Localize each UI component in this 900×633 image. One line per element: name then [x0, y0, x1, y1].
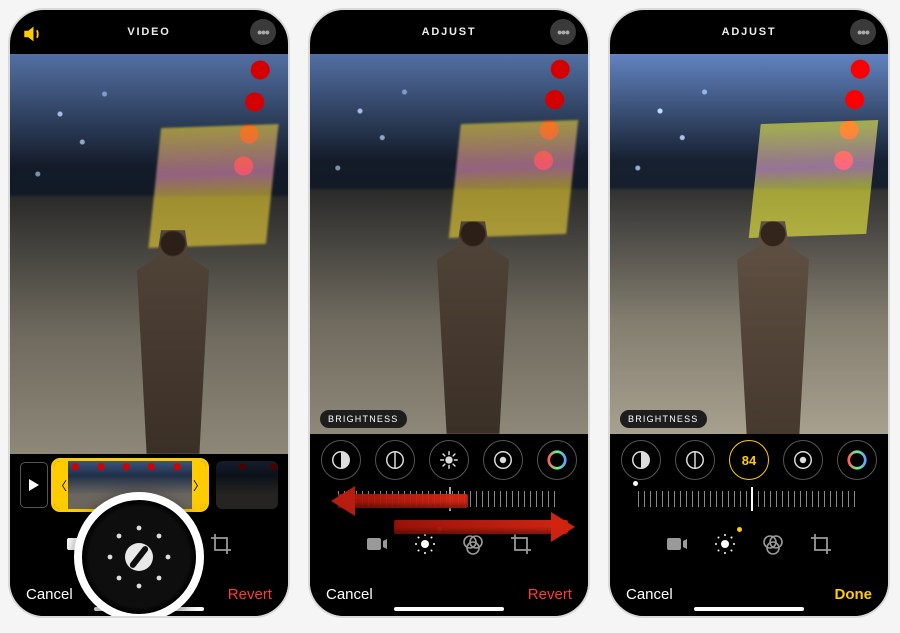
slider-origin-dot [633, 481, 638, 486]
video-tab[interactable] [365, 532, 389, 556]
video-preview[interactable]: BRIGHTNESS [310, 54, 588, 434]
adjust-tab[interactable] [713, 532, 737, 556]
video-preview[interactable] [10, 54, 288, 454]
slider-thumb[interactable] [751, 487, 753, 511]
saturation-icon[interactable] [837, 440, 877, 480]
cancel-button[interactable]: Cancel [26, 586, 73, 603]
brightness-icon[interactable] [429, 440, 469, 480]
filters-tab[interactable] [761, 532, 785, 556]
cancel-button[interactable]: Cancel [626, 586, 673, 603]
highlights-icon[interactable] [375, 440, 415, 480]
adjustment-name-badge: BRIGHTNESS [320, 410, 407, 428]
more-button[interactable]: ••• [250, 19, 276, 45]
more-button[interactable]: ••• [850, 19, 876, 45]
highlights-icon[interactable] [675, 440, 715, 480]
screen-title: ADJUST [422, 26, 477, 38]
adjust-slider[interactable] [310, 482, 588, 516]
top-bar: VIDEO ••• [10, 10, 288, 54]
adjust-slider[interactable] [610, 482, 888, 516]
phone-screen-2: ADJUST ••• BRIGHTNESS [308, 8, 590, 618]
exposure-icon[interactable] [321, 440, 361, 480]
edit-mode-tabs [610, 516, 888, 572]
edit-mode-tabs [310, 516, 588, 572]
adjustment-name-badge: BRIGHTNESS [620, 410, 707, 428]
revert-button[interactable]: Revert [528, 586, 572, 603]
revert-button[interactable]: Revert [228, 586, 272, 603]
filters-tab[interactable] [461, 532, 485, 556]
adjustment-selector [310, 434, 588, 482]
crop-tab[interactable] [509, 532, 533, 556]
top-bar: ADJUST ••• [310, 10, 588, 54]
screen-title: ADJUST [722, 26, 777, 38]
speaker-on-icon[interactable] [22, 23, 44, 41]
trim-handle-start[interactable]: 〈 [54, 461, 68, 509]
exposure-icon[interactable] [621, 440, 661, 480]
adjustment-selector: 84 [610, 434, 888, 482]
done-button[interactable]: Done [834, 586, 872, 603]
adjust-tab-icon-large [104, 522, 174, 592]
contrast-icon[interactable] [783, 440, 823, 480]
home-indicator[interactable] [394, 607, 504, 611]
saturation-icon[interactable] [537, 440, 577, 480]
more-button[interactable]: ••• [550, 19, 576, 45]
home-indicator[interactable] [694, 607, 804, 611]
slider-center-mark [449, 487, 451, 511]
brightness-value[interactable]: 84 [729, 440, 769, 480]
contrast-icon[interactable] [483, 440, 523, 480]
trim-filmstrip-tail[interactable] [216, 461, 278, 509]
crop-tab[interactable] [209, 532, 233, 556]
video-preview[interactable]: BRIGHTNESS [610, 54, 888, 434]
video-tab[interactable] [665, 532, 689, 556]
crop-tab[interactable] [809, 532, 833, 556]
brightness-value-text: 84 [742, 453, 756, 468]
phone-screen-1: VIDEO ••• 〈 〉 [8, 8, 290, 618]
play-button[interactable] [20, 462, 48, 508]
trim-handle-end[interactable]: 〉 [192, 461, 206, 509]
cancel-button[interactable]: Cancel [326, 586, 373, 603]
top-bar: ADJUST ••• [610, 10, 888, 54]
callout-magnifier [74, 492, 204, 618]
phone-screen-3: ADJUST ••• BRIGHTNESS 84 [608, 8, 890, 618]
screen-title: VIDEO [127, 26, 170, 38]
adjust-tab[interactable] [413, 532, 437, 556]
